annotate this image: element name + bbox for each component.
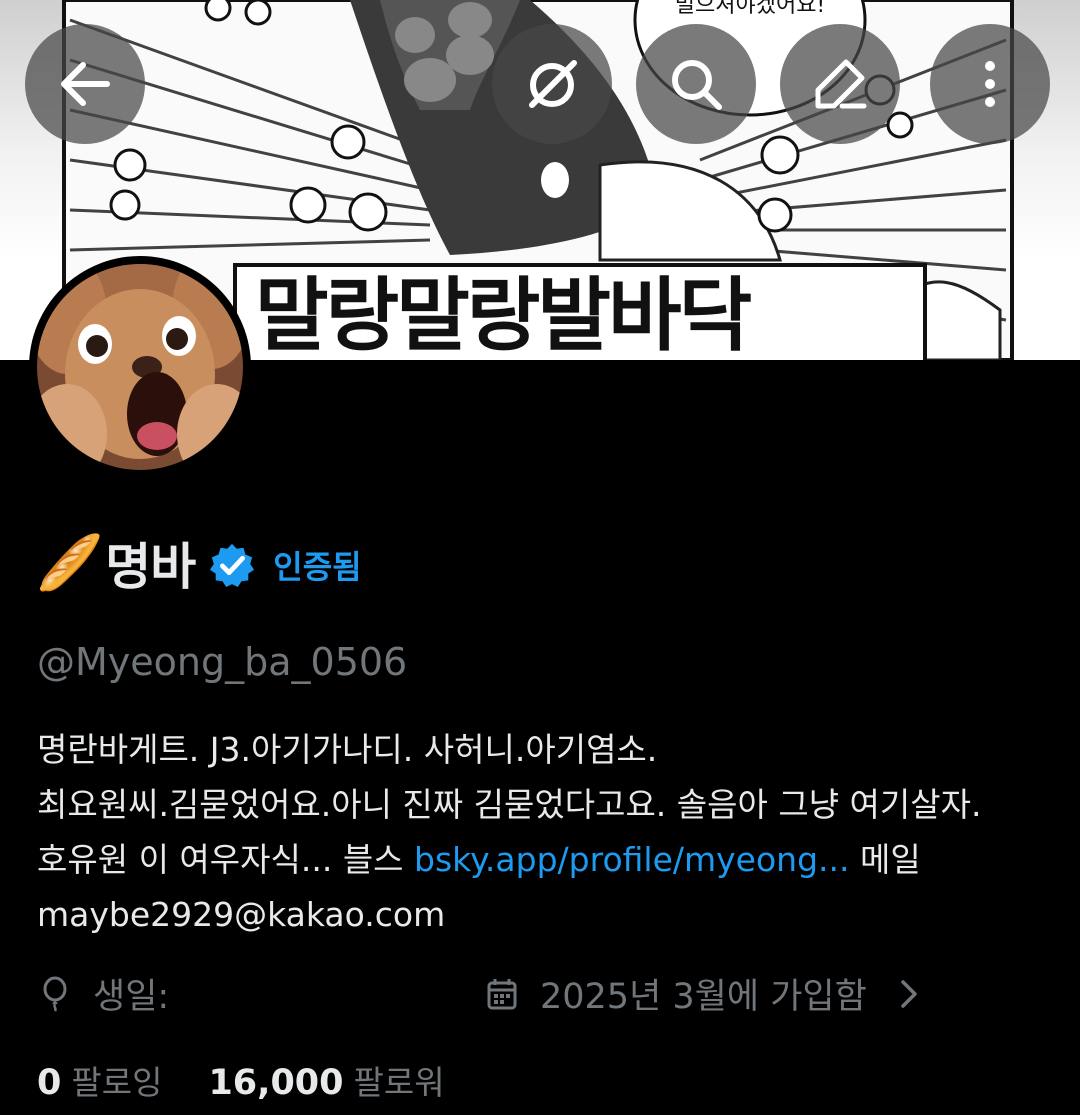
follow-stats: 0 팔로잉 16,000 팔로워: [37, 1056, 491, 1104]
back-arrow-icon: [61, 62, 110, 106]
bio-line-3-text: 호유원 이 여우자식... 블스: [37, 840, 415, 879]
following-count[interactable]: 0: [37, 1063, 61, 1103]
birthday-label: 생일:: [93, 977, 170, 1017]
grok-button[interactable]: [492, 24, 612, 144]
followers-count[interactable]: 16,000: [208, 1063, 343, 1103]
bio-line-3-tail: 메일: [849, 840, 921, 879]
more-button[interactable]: [930, 24, 1050, 144]
avatar-dog-image: [37, 264, 243, 470]
search-icon: [672, 60, 722, 110]
banner-speech-text: 밀으셔야겠어요!: [675, 0, 826, 18]
balloon-icon: [43, 976, 67, 1012]
bio-line-4: maybe2929@kakao.com: [37, 895, 446, 934]
edit-icon: [815, 59, 867, 109]
handle: @Myeong_ba_0506: [37, 640, 408, 684]
bio: 명란바게트. J3.아기가나디. 사허니.아기염소. 최요원씨.김묻었어요.아니…: [37, 722, 1047, 942]
following-label[interactable]: 팔로잉: [71, 1056, 162, 1104]
joined-item[interactable]: 2025년 3월에 가입함: [484, 968, 947, 1019]
name-row: 🥖 명바 인증됨: [36, 528, 362, 598]
search-button[interactable]: [636, 24, 756, 144]
profile-meta: 생일: 2025년 3월에 가입함: [0, 968, 1080, 1020]
avatar[interactable]: [29, 256, 251, 478]
joined-label: 2025년 3월에 가입함: [540, 977, 867, 1017]
verified-label[interactable]: 인증됨: [273, 542, 361, 588]
bio-bluesky-link[interactable]: bsky.app/profile/myeong...: [414, 840, 849, 879]
followers-label[interactable]: 팔로워: [354, 1056, 445, 1104]
bio-line-3: 호유원 이 여우자식... 블스 bsky.app/profile/myeong…: [37, 832, 1047, 887]
bio-line-1: 명란바게트. J3.아기가나디. 사허니.아기염소.: [37, 730, 658, 769]
bread-emoji-icon: 🥖: [36, 531, 104, 594]
verified-badge-icon[interactable]: [209, 542, 255, 588]
calendar-icon: [487, 978, 517, 1009]
grok-icon: [529, 60, 577, 108]
birthday-item: 생일:: [37, 968, 169, 1019]
back-button[interactable]: [25, 24, 145, 144]
chevron-right-icon: [901, 979, 917, 1008]
bio-line-2: 최요원씨.김묻었어요.아니 진짜 김묻었다고요. 솔음아 그냥 여기살자.: [37, 785, 982, 824]
banner-caption: 말랑말랑발바닥: [255, 269, 752, 360]
more-vertical-icon: [985, 61, 995, 107]
display-name: 명바: [105, 538, 196, 596]
edit-button[interactable]: [780, 24, 900, 144]
